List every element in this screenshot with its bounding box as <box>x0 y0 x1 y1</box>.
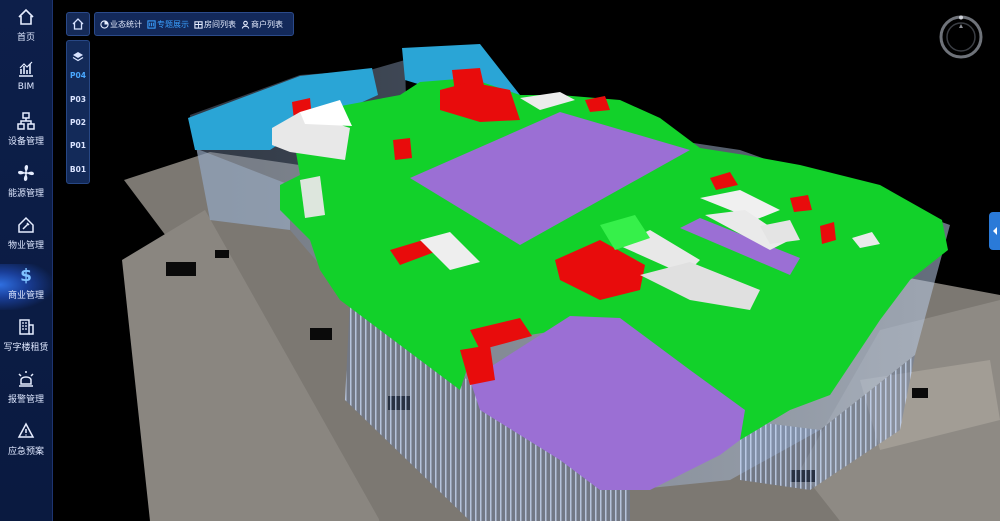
fan-icon <box>15 162 37 184</box>
floor-item-b01[interactable]: B01 <box>67 165 89 174</box>
sidebar-item-label: 报警管理 <box>7 395 44 405</box>
compass-widget[interactable] <box>938 14 984 60</box>
tab-topic-display[interactable]: 专题展示 <box>147 19 189 30</box>
sidebar-item-home[interactable]: 首页 <box>0 6 52 52</box>
tab-label: 商户列表 <box>251 19 283 29</box>
tab-label: 房间列表 <box>204 19 236 29</box>
sidebar-item-property[interactable]: 物业管理 <box>0 214 52 260</box>
floor-item-p03[interactable]: P03 <box>67 95 89 104</box>
svg-text:$: $ <box>20 266 32 285</box>
alarm-icon <box>15 368 37 390</box>
house-tool-icon <box>15 214 37 236</box>
floor-item-p01[interactable]: P01 <box>67 141 89 150</box>
sidebar-item-label: 能源管理 <box>7 189 44 199</box>
pie-icon <box>100 19 109 29</box>
floor-home-button[interactable] <box>66 12 90 36</box>
floor-selector: P04 P03 P02 P01 B01 <box>66 40 90 184</box>
home-icon <box>15 6 37 28</box>
tab-room-list[interactable]: 房间列表 <box>194 19 236 30</box>
network-icon <box>15 110 37 132</box>
sidebar-item-label: 设备管理 <box>7 137 44 147</box>
warning-icon <box>15 420 37 442</box>
building-icon <box>15 316 37 338</box>
topic-icon <box>147 19 156 29</box>
toolbar-tabs: 业态统计 专题展示 房间列表 商户列表 <box>94 12 294 36</box>
sidebar-item-label: 物业管理 <box>7 241 44 251</box>
rooms-icon <box>194 20 203 29</box>
chart-icon <box>15 58 37 80</box>
home-icon <box>72 18 84 30</box>
compass-icon <box>939 15 983 59</box>
bim-3d-viewport[interactable] <box>54 0 1000 521</box>
sidebar-item-label: 应急预案 <box>7 447 44 457</box>
person-icon <box>241 20 250 29</box>
tab-merchant-list[interactable]: 商户列表 <box>241 19 283 30</box>
sidebar-item-office-lease[interactable]: 写字楼租赁 <box>0 316 52 362</box>
left-sidebar: 首页 BIM 设备管理 能源管理 物业管理 $ 商业管理 写字楼租赁 报警管理 … <box>0 0 53 521</box>
sidebar-item-label: 商业管理 <box>7 291 44 301</box>
sidebar-item-device[interactable]: 设备管理 <box>0 110 52 156</box>
sidebar-item-commerce[interactable]: $ 商业管理 <box>0 264 52 310</box>
right-panel-toggle[interactable] <box>989 212 1000 250</box>
tab-label: 业态统计 <box>110 19 142 29</box>
sidebar-item-label: 写字楼租赁 <box>3 343 49 353</box>
layers-icon <box>72 48 84 67</box>
sidebar-item-label: BIM <box>17 82 35 92</box>
floor-item-p04[interactable]: P04 <box>67 71 89 80</box>
sidebar-item-alarm[interactable]: 报警管理 <box>0 368 52 414</box>
sidebar-item-energy[interactable]: 能源管理 <box>0 162 52 208</box>
chevron-left-icon <box>992 227 997 235</box>
tab-label: 专题展示 <box>157 19 189 29</box>
sidebar-item-label: 首页 <box>16 33 35 43</box>
tab-format-stats[interactable]: 业态统计 <box>100 19 142 30</box>
sidebar-item-bim[interactable]: BIM <box>0 58 52 104</box>
dollar-icon: $ <box>15 264 37 286</box>
floor-item-p02[interactable]: P02 <box>67 118 89 127</box>
sidebar-item-emergency[interactable]: 应急预案 <box>0 420 52 466</box>
